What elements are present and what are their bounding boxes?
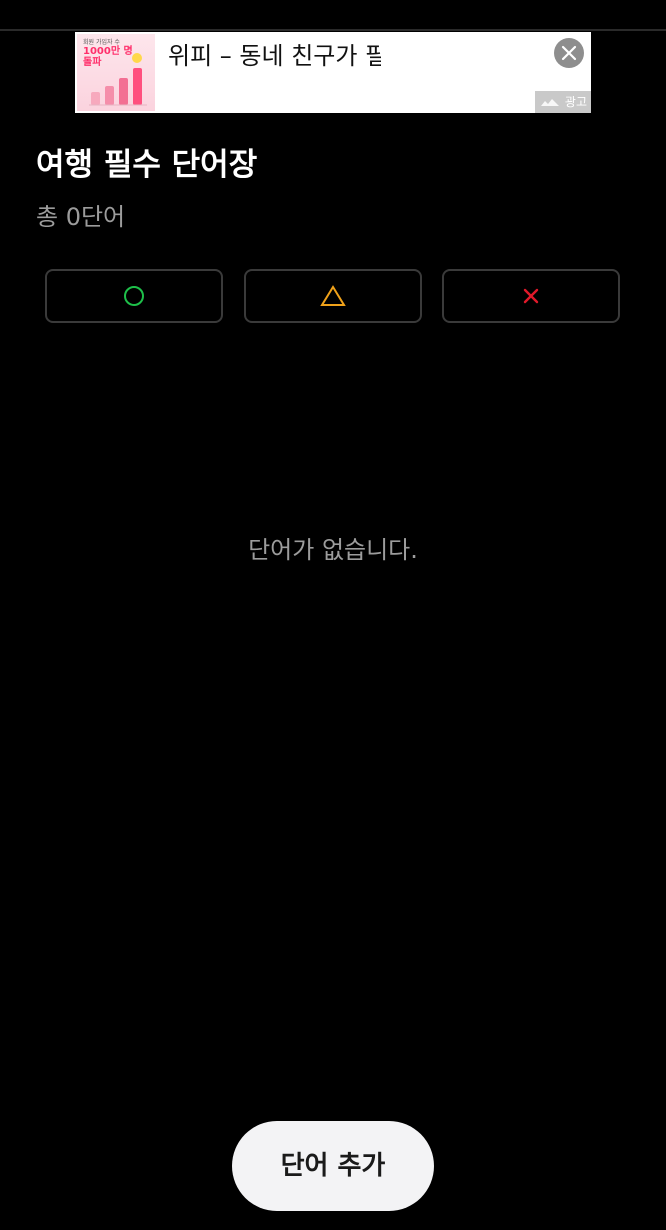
triangle-icon (320, 285, 346, 306)
close-icon (561, 45, 577, 61)
empty-state-message: 단어가 없습니다. (248, 536, 418, 564)
filter-wrong-button[interactable] (442, 269, 620, 323)
filter-unsure-button[interactable] (244, 269, 422, 323)
circle-icon (124, 286, 144, 306)
ad-thumb-headline: 1000만 명 돌파 (83, 46, 133, 68)
x-icon (523, 288, 539, 304)
ad-label: 광고 (535, 91, 591, 113)
ad-thumbnail[interactable]: 회원 가입자 수 1000만 명 돌파 (77, 34, 155, 111)
ad-thumb-headline-line1: 1000만 명 (83, 46, 133, 57)
word-count: 총 0단어 (36, 203, 126, 231)
ad-thumb-caption: 회원 가입자 수 (83, 39, 120, 46)
ad-thumb-headline-line2: 돌파 (83, 57, 102, 68)
ad-banner[interactable]: 회원 가입자 수 1000만 명 돌파 위피 – 동네 친구가 필 광고 (75, 32, 591, 113)
add-word-button[interactable]: 단어 추가 (232, 1121, 434, 1211)
top-divider (0, 29, 666, 31)
ad-label-text: 광고 (564, 95, 587, 109)
adchoices-icon (541, 99, 559, 106)
filter-correct-button[interactable] (45, 269, 223, 323)
page-title: 여행 필수 단어장 (36, 147, 258, 183)
ad-close-button[interactable] (554, 38, 584, 68)
ad-title[interactable]: 위피 – 동네 친구가 필 (168, 39, 381, 73)
